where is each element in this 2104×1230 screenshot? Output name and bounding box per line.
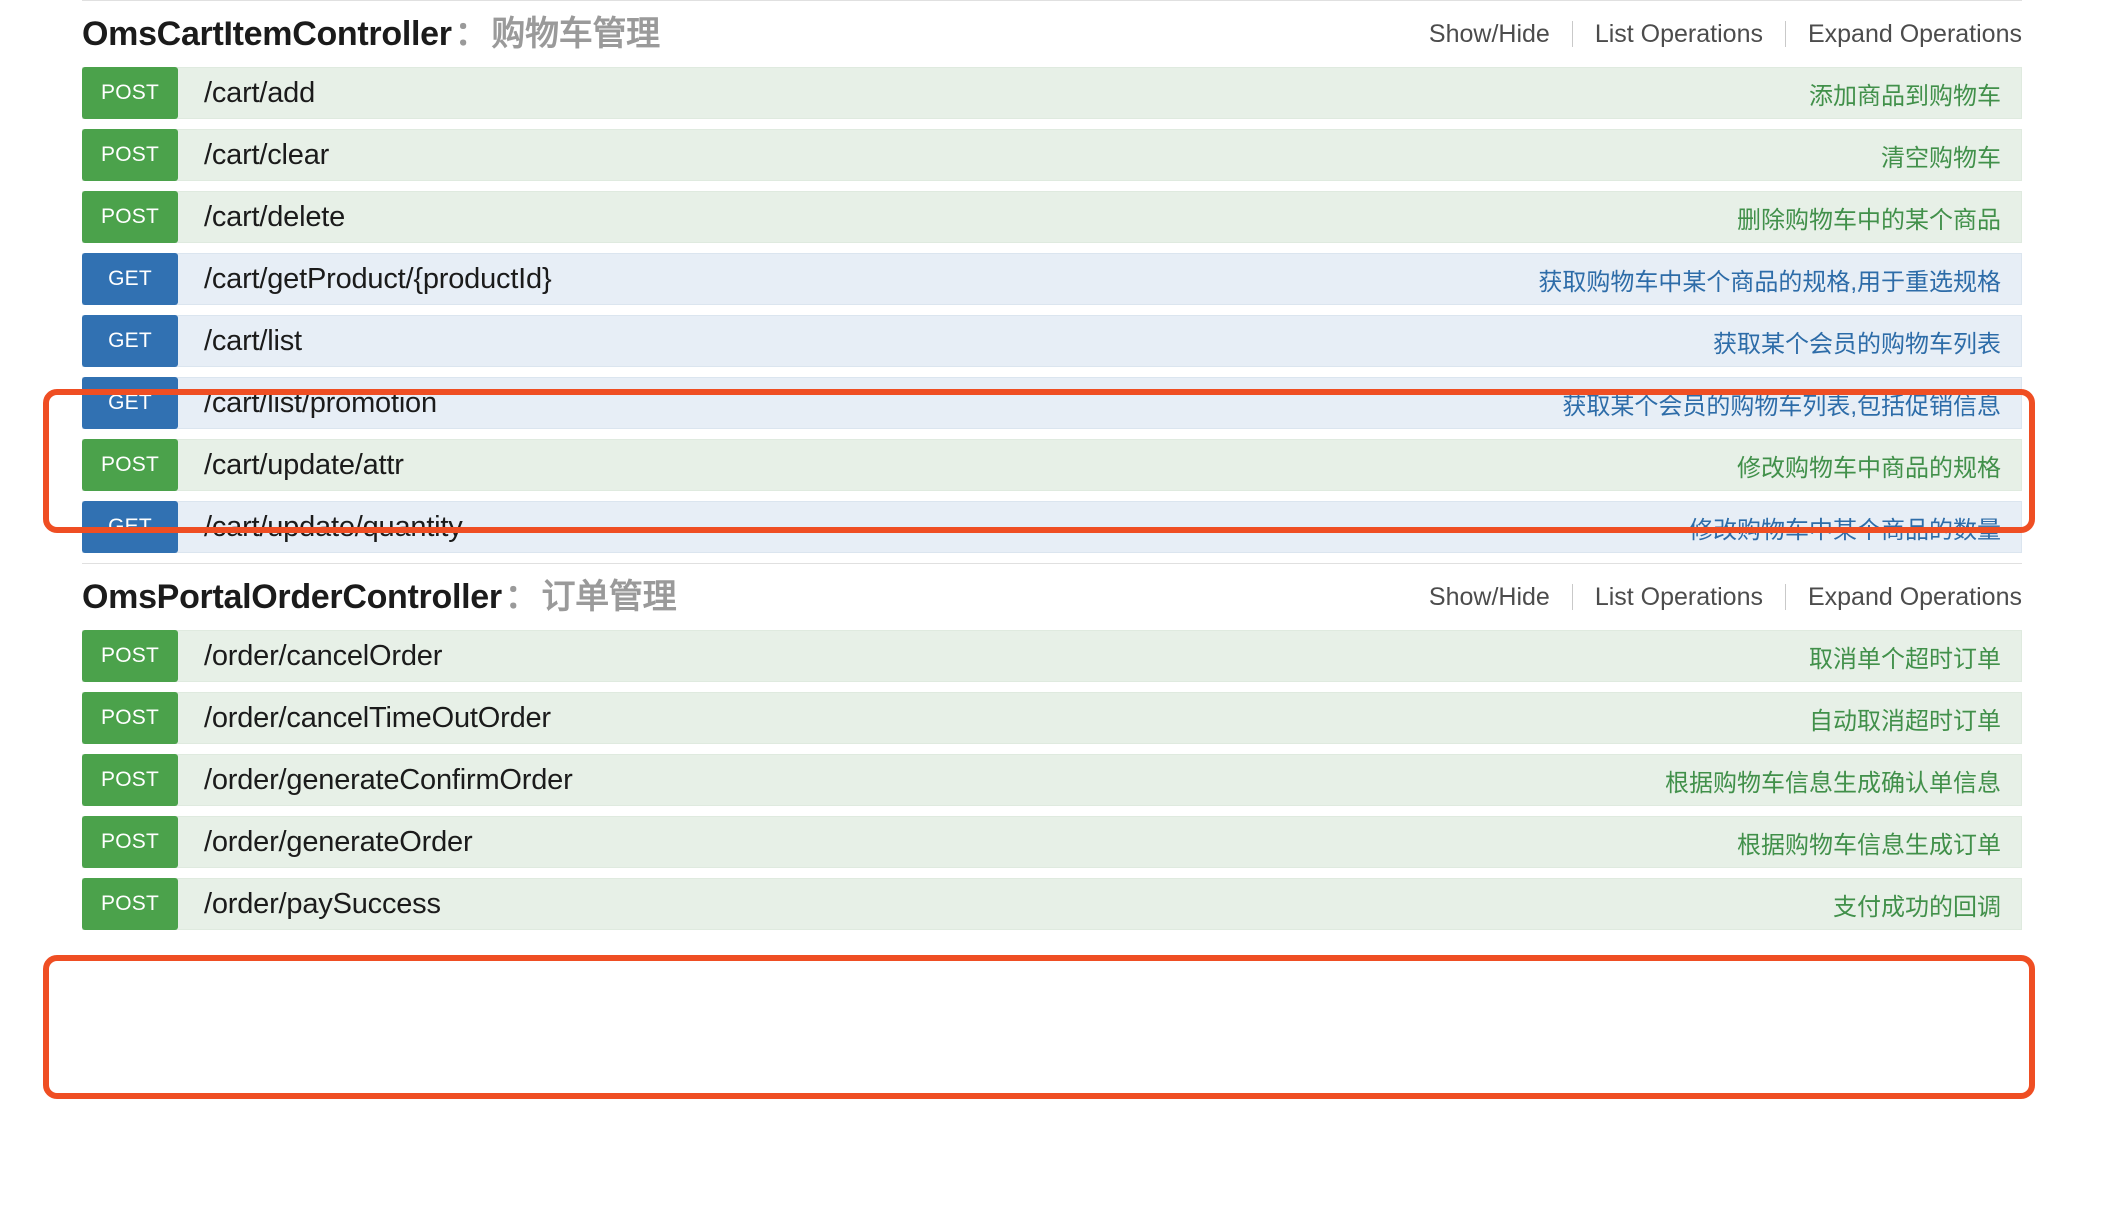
operation-row[interactable]: POST/order/generateConfirmOrder 根据购物车信息生成… <box>82 754 2022 806</box>
operation-spacer <box>302 316 1713 366</box>
operation-spacer <box>442 631 1809 681</box>
http-method-badge: GET <box>82 377 178 429</box>
http-method-badge: POST <box>82 816 178 868</box>
resource-options: Show/Hide List Operations Expand Operation… <box>1429 20 2022 49</box>
operation-description: 添加商品到购物车 <box>1809 82 2001 110</box>
operation-path[interactable]: /cart/list <box>178 316 302 366</box>
operation-row[interactable]: GET/cart/list 获取某个会员的购物车列表 <box>82 315 2022 367</box>
operation-spacer <box>551 254 1538 304</box>
operation-description: 获取某个会员的购物车列表 <box>1713 330 2001 358</box>
resource-list: OmsCartItemController：购物车管理 Show/Hide List… <box>0 0 2104 930</box>
resource-title-separator: ： <box>454 15 489 53</box>
operation-path[interactable]: /cart/add <box>178 68 315 118</box>
operation-row[interactable]: POST/cart/clear 清空购物车 <box>82 129 2022 181</box>
operation-spacer <box>441 879 1833 929</box>
operation-description: 支付成功的回调 <box>1833 893 2001 921</box>
operation-path[interactable]: /cart/update/attr <box>178 440 404 490</box>
resource-section: OmsCartItemController：购物车管理 Show/Hide List… <box>0 0 2104 553</box>
resource-controller-name: OmsCartItemController <box>82 15 452 53</box>
operation-spacer <box>404 440 1737 490</box>
operation-path[interactable]: /order/cancelTimeOutOrder <box>178 693 551 743</box>
operation-description: 根据购物车信息生成订单 <box>1737 831 2001 859</box>
resource-chinese-name: 订单管理 <box>541 578 677 616</box>
operation-description: 自动取消超时订单 <box>1809 707 2001 735</box>
swagger-api-doc-page: OmsCartItemController：购物车管理 Show/Hide List… <box>0 0 2104 1230</box>
operation-description: 修改购物车中某个商品的数量 <box>1689 516 2001 544</box>
operation-row[interactable]: POST/order/paySuccess 支付成功的回调 <box>82 878 2022 930</box>
http-method-badge: POST <box>82 129 178 181</box>
operation-description: 修改购物车中商品的规格 <box>1737 454 2001 482</box>
resource-options: Show/Hide List Operations Expand Operation… <box>1429 583 2022 612</box>
show-hide-link[interactable]: Show/Hide <box>1429 583 1572 612</box>
expand-operations-link[interactable]: Expand Operations <box>1786 20 2022 49</box>
operation-spacer <box>437 378 1562 428</box>
operation-description: 获取某个会员的购物车列表,包括促销信息 <box>1562 392 2001 420</box>
operation-spacer <box>315 68 1809 118</box>
http-method-badge: POST <box>82 754 178 806</box>
operation-description: 删除购物车中的某个商品 <box>1737 206 2001 234</box>
operation-spacer <box>345 192 1737 242</box>
http-method-badge: GET <box>82 501 178 553</box>
operation-row[interactable]: GET/cart/list/promotion 获取某个会员的购物车列表,包括促销… <box>82 377 2022 429</box>
operation-path[interactable]: /cart/list/promotion <box>178 378 437 428</box>
resource-title[interactable]: OmsPortalOrderController：订单管理 <box>82 578 677 616</box>
http-method-badge: POST <box>82 692 178 744</box>
operation-description: 取消单个超时订单 <box>1809 645 2001 673</box>
operation-row[interactable]: POST/order/cancelTimeOutOrder 自动取消超时订单 <box>82 692 2022 744</box>
operation-path[interactable]: /order/cancelOrder <box>178 631 442 681</box>
http-method-badge: POST <box>82 191 178 243</box>
operation-spacer <box>463 502 1689 552</box>
operation-row[interactable]: POST/cart/delete 删除购物车中的某个商品 <box>82 191 2022 243</box>
operation-path[interactable]: /cart/clear <box>178 130 329 180</box>
operation-path[interactable]: /order/generateConfirmOrder <box>178 755 573 805</box>
operation-spacer <box>472 817 1737 867</box>
operation-description: 获取购物车中某个商品的规格,用于重选规格 <box>1538 268 2001 296</box>
resource-header: OmsPortalOrderController：订单管理 Show/Hide Li… <box>0 564 2104 630</box>
operation-list: POST/cart/add 添加商品到购物车 POST/cart/clear 清空购物… <box>0 67 2104 553</box>
operation-description: 清空购物车 <box>1881 144 2001 172</box>
resource-title[interactable]: OmsCartItemController：购物车管理 <box>82 17 660 51</box>
operation-row[interactable]: POST/order/generateOrder 根据购物车信息生成订单 <box>82 816 2022 868</box>
http-method-badge: GET <box>82 315 178 367</box>
operation-path[interactable]: /cart/update/quantity <box>178 502 463 552</box>
list-operations-link[interactable]: List Operations <box>1573 20 1785 49</box>
operation-row[interactable]: GET/cart/getProduct/{productId} 获取购物车中某个商… <box>82 253 2022 305</box>
resource-chinese-name: 购物车管理 <box>491 15 660 53</box>
http-method-badge: POST <box>82 878 178 930</box>
operation-path[interactable]: /order/generateOrder <box>178 817 473 867</box>
operation-spacer <box>551 693 1809 743</box>
http-method-badge: POST <box>82 439 178 491</box>
operation-spacer <box>573 755 1665 805</box>
resource-title-separator: ： <box>504 578 539 616</box>
resource-controller-name: OmsPortalOrderController <box>82 578 502 616</box>
operation-row[interactable]: POST/order/cancelOrder 取消单个超时订单 <box>82 630 2022 682</box>
http-method-badge: POST <box>82 630 178 682</box>
operation-description: 根据购物车信息生成确认单信息 <box>1665 769 2001 797</box>
list-operations-link[interactable]: List Operations <box>1573 583 1785 612</box>
highlight-box <box>43 955 2035 1099</box>
operation-row[interactable]: POST/cart/add 添加商品到购物车 <box>82 67 2022 119</box>
resource-section: OmsPortalOrderController：订单管理 Show/Hide Li… <box>0 563 2104 930</box>
resource-header: OmsCartItemController：购物车管理 Show/Hide List… <box>0 1 2104 67</box>
operation-path[interactable]: /cart/delete <box>178 192 345 242</box>
show-hide-link[interactable]: Show/Hide <box>1429 20 1572 49</box>
http-method-badge: GET <box>82 253 178 305</box>
http-method-badge: POST <box>82 67 178 119</box>
operation-spacer <box>329 130 1881 180</box>
operation-path[interactable]: /cart/getProduct/{productId} <box>178 254 552 304</box>
operation-list: POST/order/cancelOrder 取消单个超时订单 POST/order… <box>0 630 2104 930</box>
expand-operations-link[interactable]: Expand Operations <box>1786 583 2022 612</box>
operation-row[interactable]: GET/cart/update/quantity 修改购物车中某个商品的数量 <box>82 501 2022 553</box>
operation-row[interactable]: POST/cart/update/attr 修改购物车中商品的规格 <box>82 439 2022 491</box>
operation-path[interactable]: /order/paySuccess <box>178 879 441 929</box>
